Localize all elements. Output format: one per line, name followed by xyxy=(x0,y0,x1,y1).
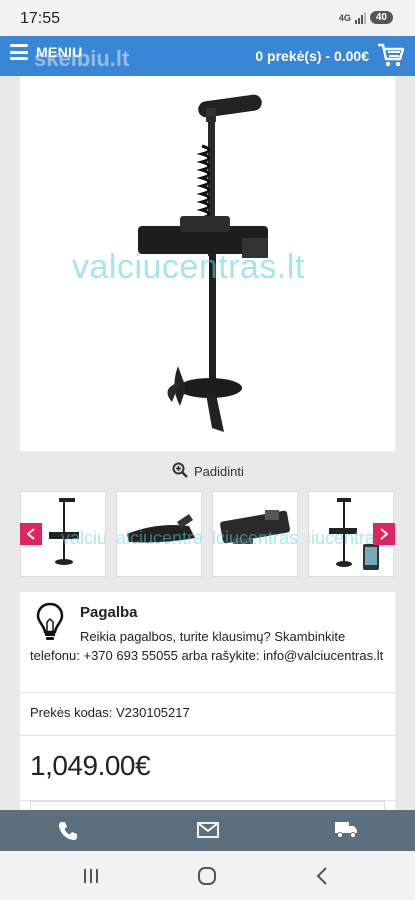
carousel-prev-button[interactable] xyxy=(20,523,42,545)
next-section-stub xyxy=(30,801,385,810)
product-price: 1,049.00€ xyxy=(30,750,151,781)
price-row: 1,049.00€ xyxy=(20,736,395,800)
thumbnail-watermark: valciucentras.lt xyxy=(116,528,202,548)
phone-icon[interactable] xyxy=(57,820,79,847)
page-content[interactable]: valciucentras.lt Padidinti valciucentras… xyxy=(0,76,415,810)
system-navigation-bar xyxy=(0,851,415,900)
mail-icon[interactable] xyxy=(197,822,219,843)
recent-apps-icon[interactable] xyxy=(82,868,100,889)
status-indicators: 4G 40 xyxy=(339,11,393,24)
image-watermark: valciucentras.lt xyxy=(72,248,305,286)
thumbnail-watermark: valciucentras.lt xyxy=(61,528,106,548)
zoom-in-icon xyxy=(172,462,188,481)
zoom-button[interactable]: Padidinti xyxy=(172,462,244,481)
menu-label: MENIU xyxy=(36,44,83,60)
help-title: Pagalba xyxy=(80,604,138,621)
help-section: Pagalba Reikia pagalbos, turite klausimų… xyxy=(20,592,395,692)
product-info-panel: Pagalba Reikia pagalbos, turite klausimų… xyxy=(20,592,395,810)
product-main-image[interactable]: valciucentras.lt xyxy=(20,76,395,451)
product-code: Prekės kodas: V230105217 xyxy=(30,705,190,720)
status-time: 17:55 xyxy=(20,10,61,27)
thumbnail-carousel: valciucentras.lt valciucentras.lt valciu… xyxy=(20,491,395,579)
signal-icon xyxy=(354,11,366,24)
thumbnail-3[interactable]: valciucentras.lt xyxy=(212,491,298,577)
cart-icon[interactable] xyxy=(377,42,405,73)
cart-summary[interactable]: 0 prekė(s) - 0.00€ xyxy=(255,48,369,64)
zoom-label: Padidinti xyxy=(194,464,244,479)
contact-action-bar xyxy=(0,810,415,851)
menu-button[interactable]: MENIU xyxy=(10,44,83,60)
chevron-right-icon xyxy=(380,528,389,540)
thumbnail-watermark: valciucentras.lt xyxy=(212,528,298,548)
help-text: Reikia pagalbos, turite klausimų? Skambi… xyxy=(30,629,384,663)
truck-icon[interactable] xyxy=(334,821,358,844)
chevron-left-icon xyxy=(26,528,35,540)
battery-indicator: 40 xyxy=(369,11,393,24)
status-bar: 17:55 4G 40 xyxy=(0,0,415,36)
home-icon[interactable] xyxy=(197,866,217,891)
top-navigation: skelbiu.lt MENIU 0 prekė(s) - 0.00€ xyxy=(0,36,415,76)
carousel-next-button[interactable] xyxy=(373,523,395,545)
thumbnail-2[interactable]: valciucentras.lt xyxy=(116,491,202,577)
back-icon[interactable] xyxy=(316,867,328,890)
network-type: 4G xyxy=(338,12,351,23)
hamburger-icon xyxy=(10,44,28,60)
